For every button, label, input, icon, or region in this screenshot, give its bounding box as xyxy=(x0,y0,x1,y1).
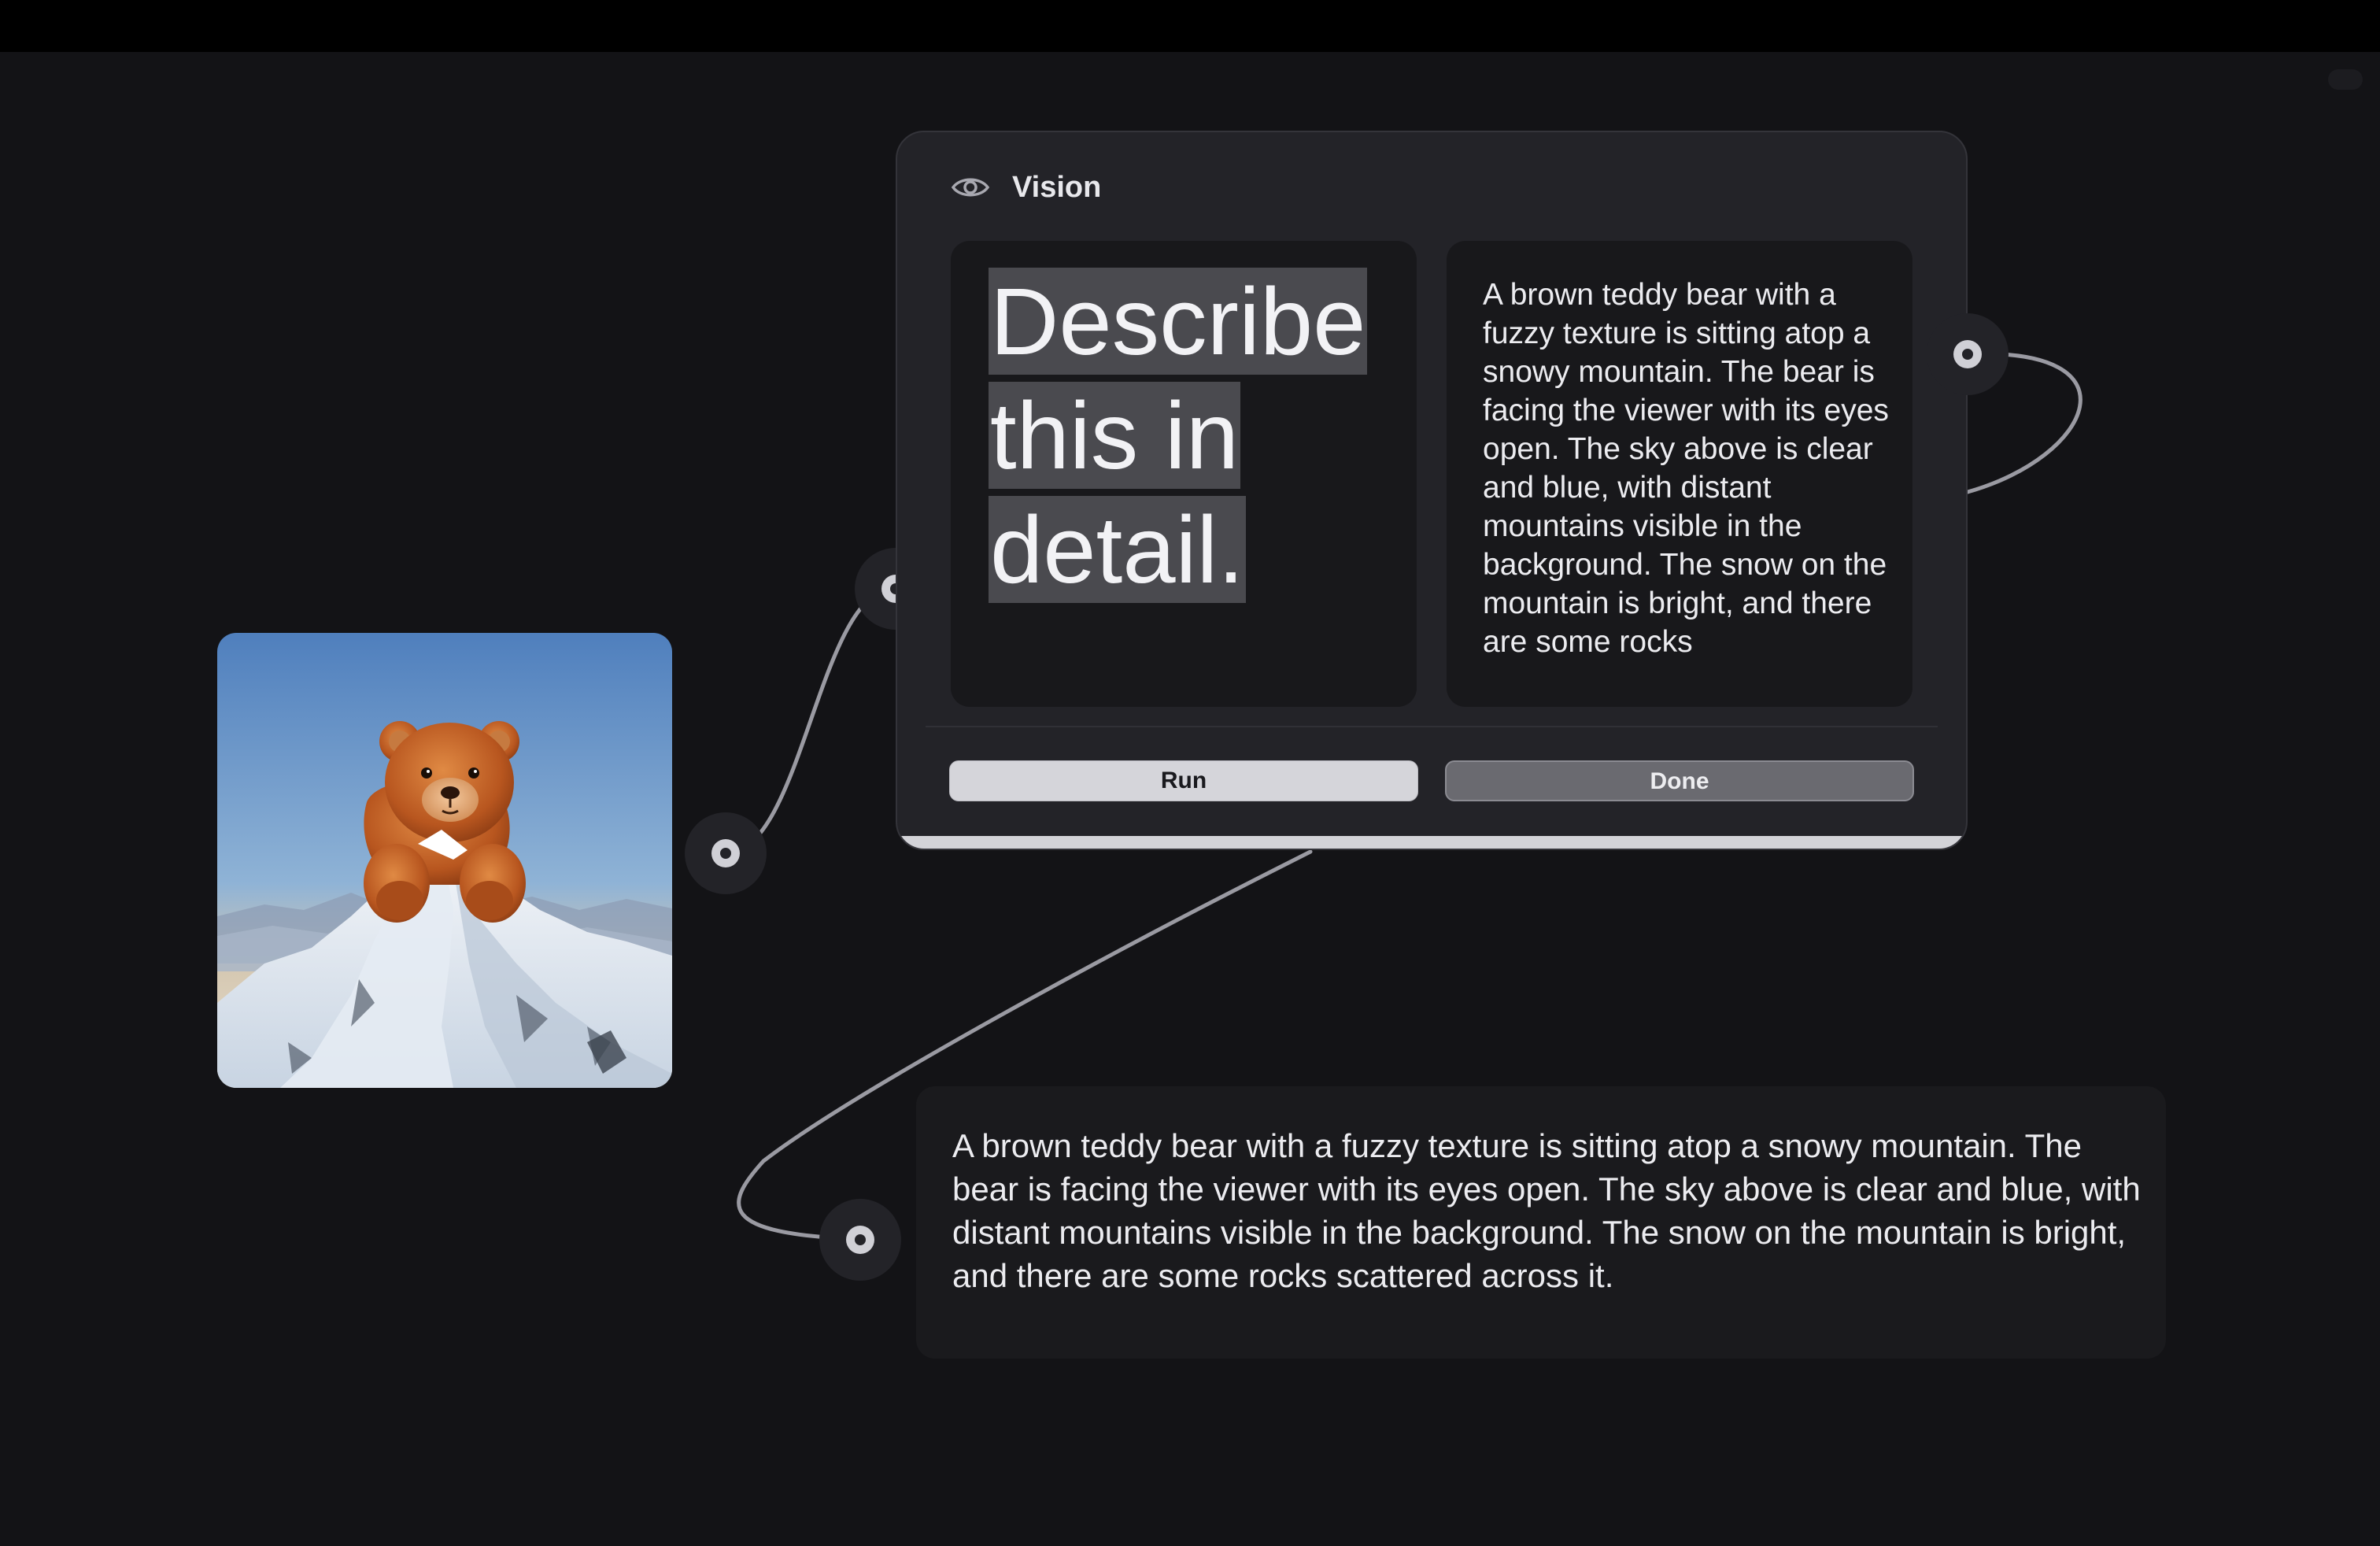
prompt-selected-text[interactable]: Describe this in detail. xyxy=(989,268,1368,603)
vision-node-output-port[interactable] xyxy=(1927,313,2009,395)
vision-node-bottom-edge xyxy=(897,836,1966,849)
image-node[interactable] xyxy=(217,633,672,1088)
result-text: A brown teddy bear with a fuzzy texture … xyxy=(952,1127,2141,1294)
output-preview-text: A brown teddy bear with a fuzzy texture … xyxy=(1483,278,1889,659)
vision-node-title: Vision xyxy=(1012,170,1102,204)
vision-node-divider xyxy=(926,726,1938,727)
vision-node[interactable]: Vision Describe this in detail. A brown … xyxy=(896,131,1968,850)
output-preview-panel[interactable]: A brown teddy bear with a fuzzy texture … xyxy=(1447,241,1913,707)
result-text-node[interactable]: A brown teddy bear with a fuzzy texture … xyxy=(916,1086,2166,1359)
done-button[interactable]: Done xyxy=(1445,760,1914,801)
wire-image-to-vision xyxy=(723,586,896,856)
run-button[interactable]: Run xyxy=(949,760,1418,801)
teddy-bear-mountain-image xyxy=(217,633,672,1088)
window-top-bar xyxy=(0,0,2380,52)
result-node-input-port[interactable] xyxy=(819,1199,901,1281)
vision-node-header: Vision xyxy=(951,168,1101,206)
prompt-input[interactable]: Describe this in detail. xyxy=(951,241,1417,707)
canvas-corner-indicator[interactable] xyxy=(2328,69,2363,90)
image-node-output-port[interactable] xyxy=(685,812,767,894)
eye-icon xyxy=(951,178,990,197)
